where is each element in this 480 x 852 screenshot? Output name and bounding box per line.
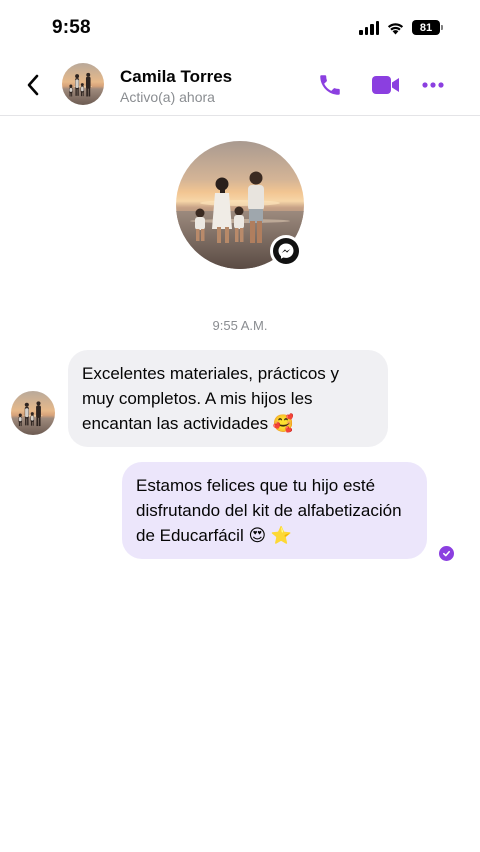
messenger-badge <box>270 235 302 267</box>
video-camera-icon <box>372 76 399 94</box>
battery-indicator: 81 <box>412 20 443 35</box>
chevron-left-icon <box>27 74 39 96</box>
message-timestamp: 9:55 A.M. <box>212 318 268 333</box>
video-call-button[interactable] <box>370 70 402 100</box>
more-dots-icon <box>422 82 444 88</box>
status-bar: 9:58 81 <box>0 0 480 58</box>
incoming-message-bubble[interactable]: Excelentes materiales, prácticos y muy c… <box>68 350 388 447</box>
contact-name[interactable]: Camila Torres <box>120 67 232 87</box>
messenger-icon <box>278 243 294 259</box>
status-time: 9:58 <box>52 17 91 38</box>
cellular-signal-icon <box>359 20 379 35</box>
sender-avatar[interactable] <box>11 391 55 435</box>
back-button[interactable] <box>18 70 48 100</box>
check-circle-icon <box>443 550 450 557</box>
profile-section <box>176 141 304 269</box>
contact-status: Activo(a) ahora <box>120 89 215 105</box>
more-options-button[interactable] <box>417 70 449 100</box>
contact-avatar[interactable] <box>62 63 104 105</box>
status-icons: 81 <box>359 20 443 35</box>
phone-icon <box>320 75 340 95</box>
wifi-icon <box>387 22 404 34</box>
outgoing-message-bubble[interactable]: Estamos felices que tu hijo esté disfrut… <box>122 462 427 559</box>
chat-header: Camila Torres Activo(a) ahora <box>0 58 480 116</box>
call-button[interactable] <box>314 70 346 100</box>
read-receipt <box>439 546 454 561</box>
battery-level: 81 <box>419 21 433 34</box>
